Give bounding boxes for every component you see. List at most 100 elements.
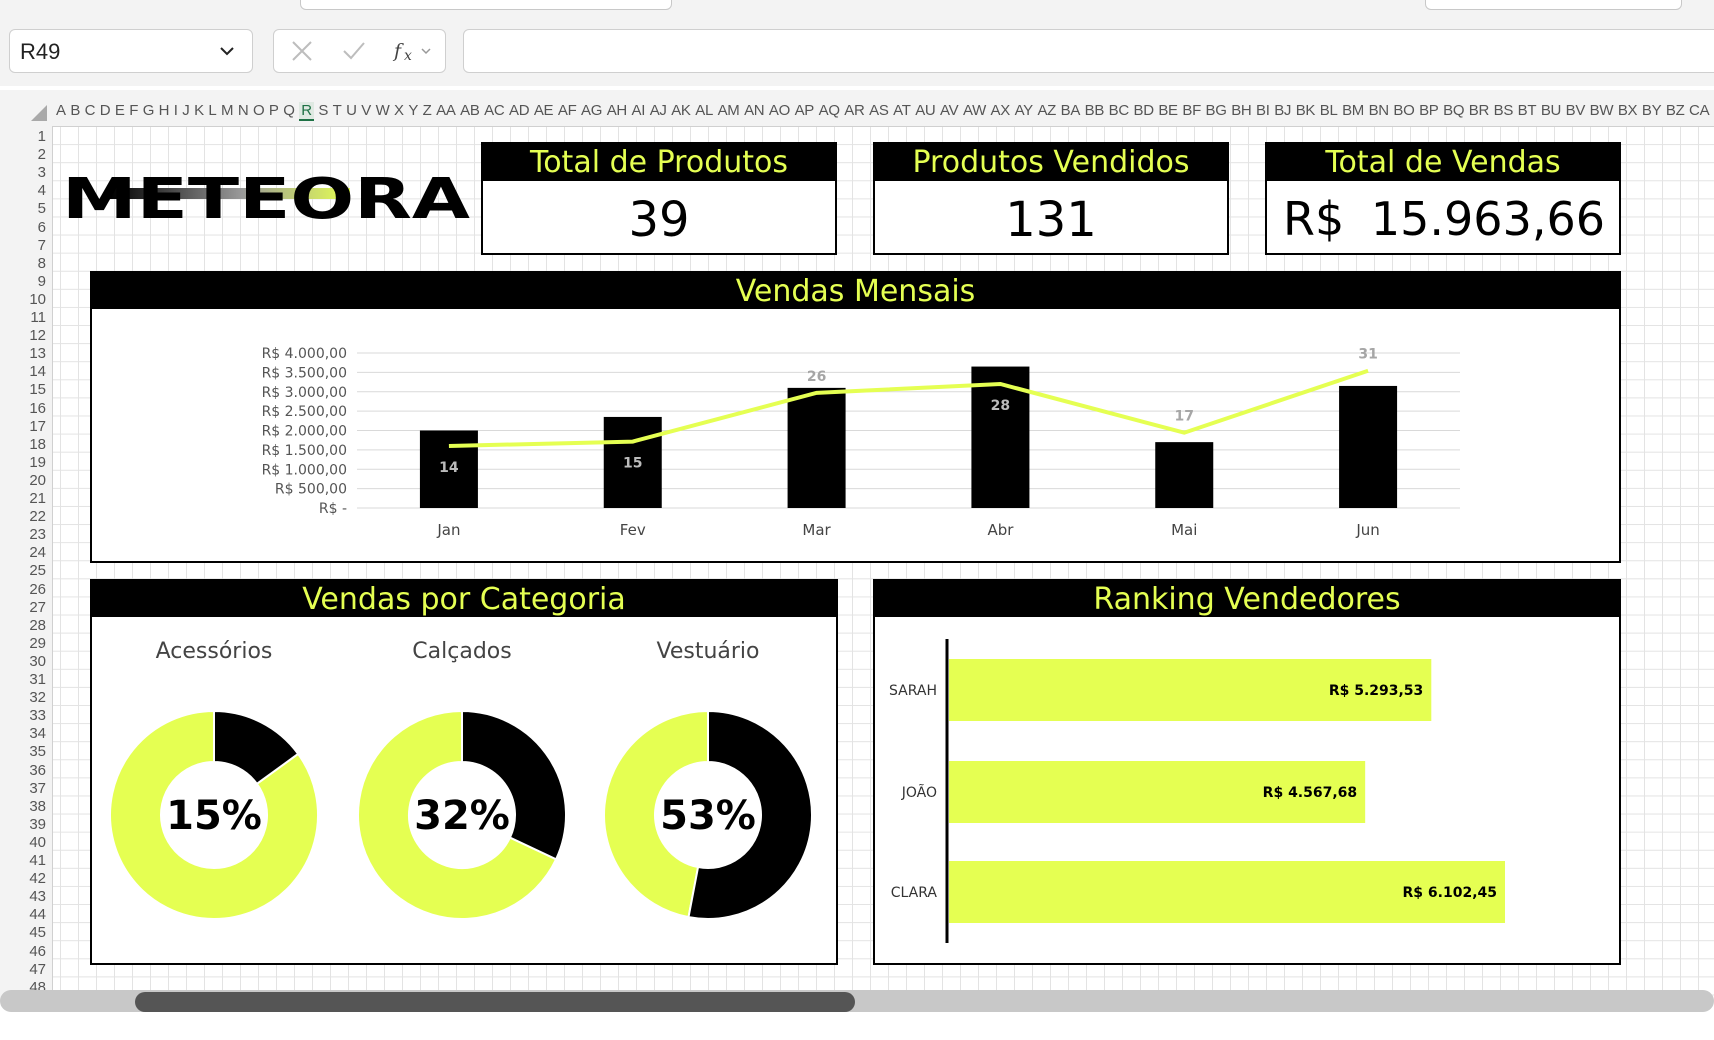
row-header-3[interactable]: 3 <box>38 164 46 181</box>
row-header-46[interactable]: 46 <box>29 943 46 960</box>
column-header-v[interactable]: V <box>361 102 371 119</box>
column-header-bf[interactable]: BF <box>1182 102 1201 119</box>
row-header-42[interactable]: 42 <box>29 870 46 887</box>
column-header-x[interactable]: X <box>394 102 404 119</box>
row-header-1[interactable]: 1 <box>38 128 46 145</box>
row-header-13[interactable]: 13 <box>29 345 46 362</box>
column-header-bj[interactable]: BJ <box>1274 102 1291 119</box>
column-header-h[interactable]: H <box>159 102 170 119</box>
ribbon-control[interactable] <box>1425 0 1682 10</box>
row-header-28[interactable]: 28 <box>29 617 46 634</box>
row-header-36[interactable]: 36 <box>29 762 46 779</box>
column-header-ah[interactable]: AH <box>607 102 628 119</box>
column-header-ae[interactable]: AE <box>534 102 554 119</box>
row-header-40[interactable]: 40 <box>29 834 46 851</box>
column-header-bu[interactable]: BU <box>1541 102 1562 119</box>
row-header-47[interactable]: 47 <box>29 961 46 978</box>
check-icon[interactable] <box>342 40 366 62</box>
row-header-38[interactable]: 38 <box>29 798 46 815</box>
row-header-9[interactable]: 9 <box>38 273 46 290</box>
monthly-sales-chart[interactable]: R$ 4.000,00 R$ 3.500,00 R$ 3.000,00 R$ 2.50… <box>95 309 1615 561</box>
column-header-aw[interactable]: AW <box>963 102 986 119</box>
row-header-19[interactable]: 19 <box>29 454 46 471</box>
column-header-bz[interactable]: BZ <box>1666 102 1685 119</box>
column-header-aa[interactable]: AA <box>436 102 456 119</box>
column-header-k[interactable]: K <box>194 102 204 119</box>
scrollbar-thumb[interactable] <box>135 992 855 1012</box>
row-header-39[interactable]: 39 <box>29 816 46 833</box>
row-header[interactable]: 1 2 3 4 5 6 7 8 9 10 11 12 13 14 15 16 17 18 19 20 21 22 23 24 2… <box>0 126 53 1000</box>
row-header-45[interactable]: 45 <box>29 924 46 941</box>
row-header-8[interactable]: 8 <box>38 255 46 272</box>
row-header-37[interactable]: 37 <box>29 780 46 797</box>
column-header-au[interactable]: AU <box>915 102 936 119</box>
column-header-j[interactable]: J <box>182 102 190 119</box>
column-header-bo[interactable]: BO <box>1393 102 1414 119</box>
column-header-r[interactable]: R <box>299 102 314 121</box>
row-header-15[interactable]: 15 <box>29 381 46 398</box>
column-header-q[interactable]: Q <box>283 102 295 119</box>
column-header-c[interactable]: C <box>85 102 96 119</box>
column-header-ak[interactable]: AK <box>671 102 691 119</box>
row-header-32[interactable]: 32 <box>29 689 46 706</box>
column-header-ag[interactable]: AG <box>581 102 602 119</box>
column-header-g[interactable]: G <box>143 102 155 119</box>
row-header-17[interactable]: 17 <box>29 418 46 435</box>
column-header-bd[interactable]: BD <box>1134 102 1155 119</box>
name-box[interactable]: R49 <box>9 29 253 73</box>
column-header-ay[interactable]: AY <box>1015 102 1034 119</box>
column-header-ax[interactable]: AX <box>991 102 1011 119</box>
row-header-6[interactable]: 6 <box>38 219 46 236</box>
column-header-p[interactable]: P <box>269 102 279 119</box>
category-donuts[interactable]: Acessórios 15% Calçados 32% Vestuário 53% <box>94 617 834 961</box>
insert-function-icon[interactable]: f x <box>392 40 434 62</box>
row-header-25[interactable]: 25 <box>29 562 46 579</box>
column-header-n[interactable]: N <box>238 102 249 119</box>
column-header-be[interactable]: BE <box>1158 102 1178 119</box>
row-header-10[interactable]: 10 <box>29 291 46 308</box>
column-header-m[interactable]: M <box>221 102 234 119</box>
row-header-31[interactable]: 31 <box>29 671 46 688</box>
row-header-26[interactable]: 26 <box>29 581 46 598</box>
select-all-corner[interactable] <box>31 105 47 121</box>
column-header-a[interactable]: A <box>56 102 66 119</box>
column-header-ar[interactable]: AR <box>844 102 865 119</box>
column-header-e[interactable]: E <box>115 102 125 119</box>
row-header-7[interactable]: 7 <box>38 237 46 254</box>
column-header-u[interactable]: U <box>346 102 357 119</box>
row-header-5[interactable]: 5 <box>38 200 46 217</box>
seller-ranking-chart[interactable]: SARAH R$ 5.293,53 JOÃO R$ 4.567,68 CLARA R$ 6… <box>877 617 1617 961</box>
column-header-ba[interactable]: BA <box>1061 102 1081 119</box>
column-header-bb[interactable]: BB <box>1085 102 1105 119</box>
column-header-bq[interactable]: BQ <box>1443 102 1464 119</box>
column-header-aj[interactable]: AJ <box>650 102 667 119</box>
column-header-f[interactable]: F <box>129 102 138 119</box>
name-box-value[interactable]: R49 <box>20 39 60 65</box>
row-header-4[interactable]: 4 <box>38 182 46 199</box>
column-header-ab[interactable]: AB <box>460 102 480 119</box>
column-header-bi[interactable]: BI <box>1256 102 1270 119</box>
row-header-12[interactable]: 12 <box>29 327 46 344</box>
row-header-41[interactable]: 41 <box>29 852 46 869</box>
cancel-icon[interactable] <box>290 40 314 62</box>
formula-input[interactable] <box>463 29 1714 73</box>
row-header-24[interactable]: 24 <box>29 544 46 561</box>
row-header-18[interactable]: 18 <box>29 436 46 453</box>
row-header-29[interactable]: 29 <box>29 635 46 652</box>
column-header-bm[interactable]: BM <box>1342 102 1364 119</box>
column-header-o[interactable]: O <box>253 102 265 119</box>
row-header-14[interactable]: 14 <box>29 363 46 380</box>
column-header-bk[interactable]: BK <box>1296 102 1316 119</box>
chevron-down-icon[interactable] <box>220 44 234 58</box>
column-header-az[interactable]: AZ <box>1037 102 1056 119</box>
column-header-ai[interactable]: AI <box>632 102 646 119</box>
column-header-ac[interactable]: AC <box>484 102 505 119</box>
row-header-11[interactable]: 11 <box>30 309 46 326</box>
column-header-bs[interactable]: BS <box>1494 102 1514 119</box>
column-header-t[interactable]: T <box>333 102 342 119</box>
column-header-w[interactable]: W <box>376 102 390 119</box>
column-header[interactable]: A B C D E F G H I J K L M N O P Q R S T U V W X Y Z AA AB AC AD AE AF AG… <box>0 90 1714 127</box>
column-header-as[interactable]: AS <box>869 102 889 119</box>
column-header-bh[interactable]: BH <box>1231 102 1252 119</box>
column-header-bv[interactable]: BV <box>1566 102 1586 119</box>
